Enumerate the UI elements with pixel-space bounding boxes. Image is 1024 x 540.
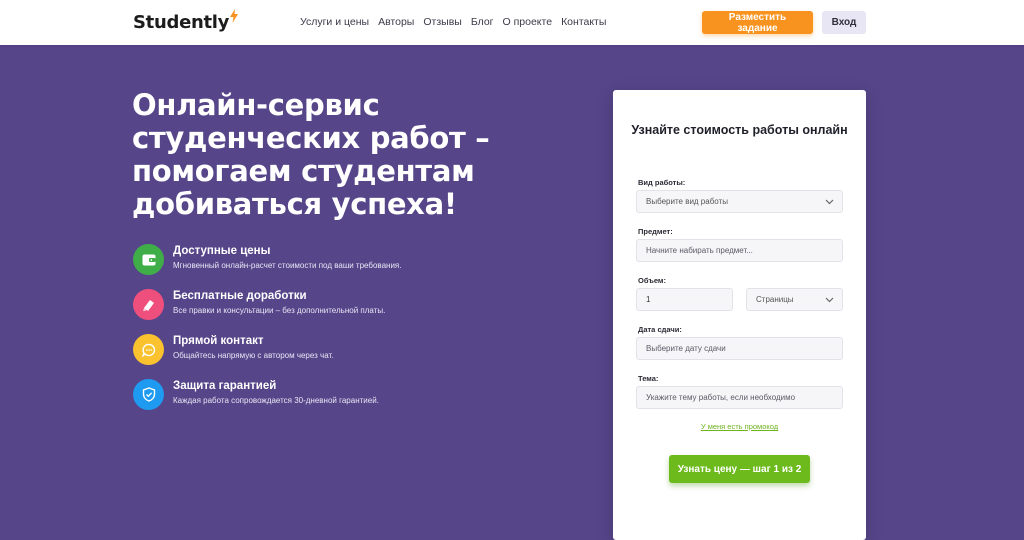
nav-services[interactable]: Услуги и цены	[300, 16, 369, 28]
volume-unit-select[interactable]: Страницы	[746, 288, 843, 311]
deadline-input[interactable]	[646, 344, 833, 353]
nav-authors[interactable]: Авторы	[378, 16, 414, 28]
feature-item: Доступные цены Мгновенный онлайн-расчет …	[133, 243, 553, 288]
shield-check-icon	[133, 379, 164, 410]
volume-label: Объем:	[638, 276, 666, 285]
topic-field[interactable]	[636, 386, 843, 409]
work-type-label: Вид работы:	[638, 178, 686, 187]
chat-icon	[133, 334, 164, 365]
feature-title: Доступные цены	[173, 245, 271, 257]
login-button[interactable]: Вход	[822, 11, 866, 34]
feature-title: Прямой контакт	[173, 335, 264, 347]
volume-field[interactable]	[636, 288, 733, 311]
chevron-down-icon	[825, 297, 834, 303]
subject-label: Предмет:	[638, 227, 673, 236]
promo-code-link[interactable]: У меня есть промокод	[613, 422, 866, 431]
feature-item: Защита гарантией Каждая работа сопровожд…	[133, 378, 553, 423]
site-header: Studently Услуги и цены Авторы Отзывы Бл…	[0, 0, 1024, 45]
price-form-card: Узнайте стоимость работы онлайн Вид рабо…	[613, 90, 866, 540]
hero-title: Онлайн-сервис студенческих работ – помог…	[132, 88, 490, 221]
eraser-icon	[133, 289, 164, 320]
work-type-value: Выберите вид работы	[646, 197, 728, 206]
logo[interactable]: Studently	[133, 9, 239, 33]
main-nav: Услуги и цены Авторы Отзывы Блог О проек…	[300, 16, 615, 28]
wallet-icon	[133, 244, 164, 275]
topic-input[interactable]	[646, 393, 833, 402]
deadline-field[interactable]	[636, 337, 843, 360]
work-type-select[interactable]: Выберите вид работы	[636, 190, 843, 213]
volume-unit-value: Страницы	[756, 295, 794, 304]
post-task-button[interactable]: Разместить задание	[702, 11, 813, 34]
features-list: Доступные цены Мгновенный онлайн-расчет …	[133, 243, 553, 423]
topic-label: Тема:	[638, 374, 659, 383]
feature-desc: Все правки и консультации – без дополнит…	[173, 306, 386, 315]
logo-text: Studently	[133, 12, 230, 33]
nav-contacts[interactable]: Контакты	[561, 16, 606, 28]
deadline-label: Дата сдачи:	[638, 325, 682, 334]
feature-item: Бесплатные доработки Все правки и консул…	[133, 288, 553, 333]
nav-reviews[interactable]: Отзывы	[423, 16, 461, 28]
feature-desc: Каждая работа сопровождается 30-дневной …	[173, 396, 379, 405]
feature-desc: Общайтесь напрямую с автором через чат.	[173, 351, 334, 360]
volume-input[interactable]	[646, 295, 723, 304]
feature-desc: Мгновенный онлайн-расчет стоимости под в…	[173, 261, 402, 270]
get-price-button[interactable]: Узнать цену — шаг 1 из 2	[669, 455, 810, 483]
chevron-down-icon	[825, 199, 834, 205]
subject-field[interactable]	[636, 239, 843, 262]
feature-title: Защита гарантией	[173, 380, 277, 392]
bolt-icon	[230, 9, 239, 23]
feature-item: Прямой контакт Общайтесь напрямую с авто…	[133, 333, 553, 378]
form-title: Узнайте стоимость работы онлайн	[631, 123, 848, 137]
nav-about[interactable]: О проекте	[503, 16, 553, 28]
subject-input[interactable]	[646, 246, 833, 255]
feature-title: Бесплатные доработки	[173, 290, 307, 302]
nav-blog[interactable]: Блог	[471, 16, 494, 28]
